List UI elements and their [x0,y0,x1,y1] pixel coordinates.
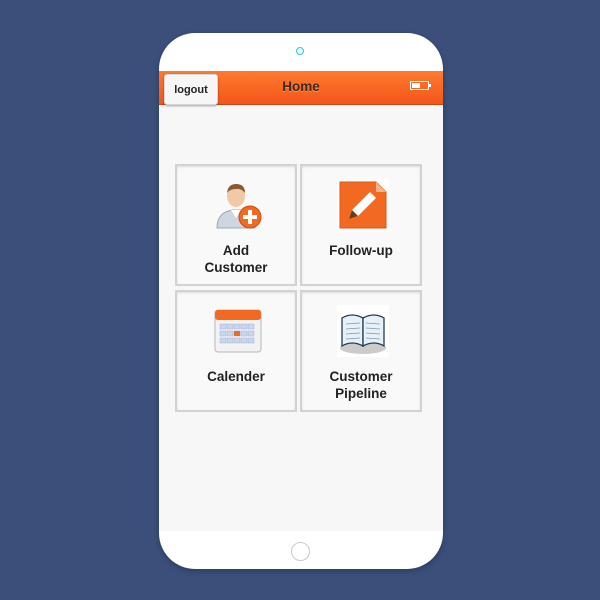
add-customer-tile[interactable]: Add Customer [175,164,297,286]
home-button[interactable] [291,542,310,561]
calendar-tile[interactable]: Calender [175,290,297,412]
calendar-icon [214,309,262,353]
add-customer-icon [216,184,262,229]
pencil-document-icon [337,179,389,231]
phone-frame: logout Home Add Customer Follow-up Calen… [159,33,443,569]
battery-level [412,83,420,88]
app-screen: logout Home Add Customer Follow-up Calen… [159,71,443,531]
camera-icon [296,47,304,55]
tile-label: Calender [207,369,265,384]
tile-label: Follow-up [329,243,393,258]
tile-label: Customer [329,369,393,384]
open-book-icon [337,305,389,357]
follow-up-tile[interactable]: Follow-up [300,164,422,286]
app-header: logout Home [159,71,443,105]
tile-label: Pipeline [335,386,387,401]
customer-pipeline-tile[interactable]: Customer Pipeline [300,290,422,412]
tile-label: Customer [204,260,268,275]
page-title: Home [282,79,320,94]
battery-icon [410,81,431,90]
tile-label: Add [222,243,250,258]
